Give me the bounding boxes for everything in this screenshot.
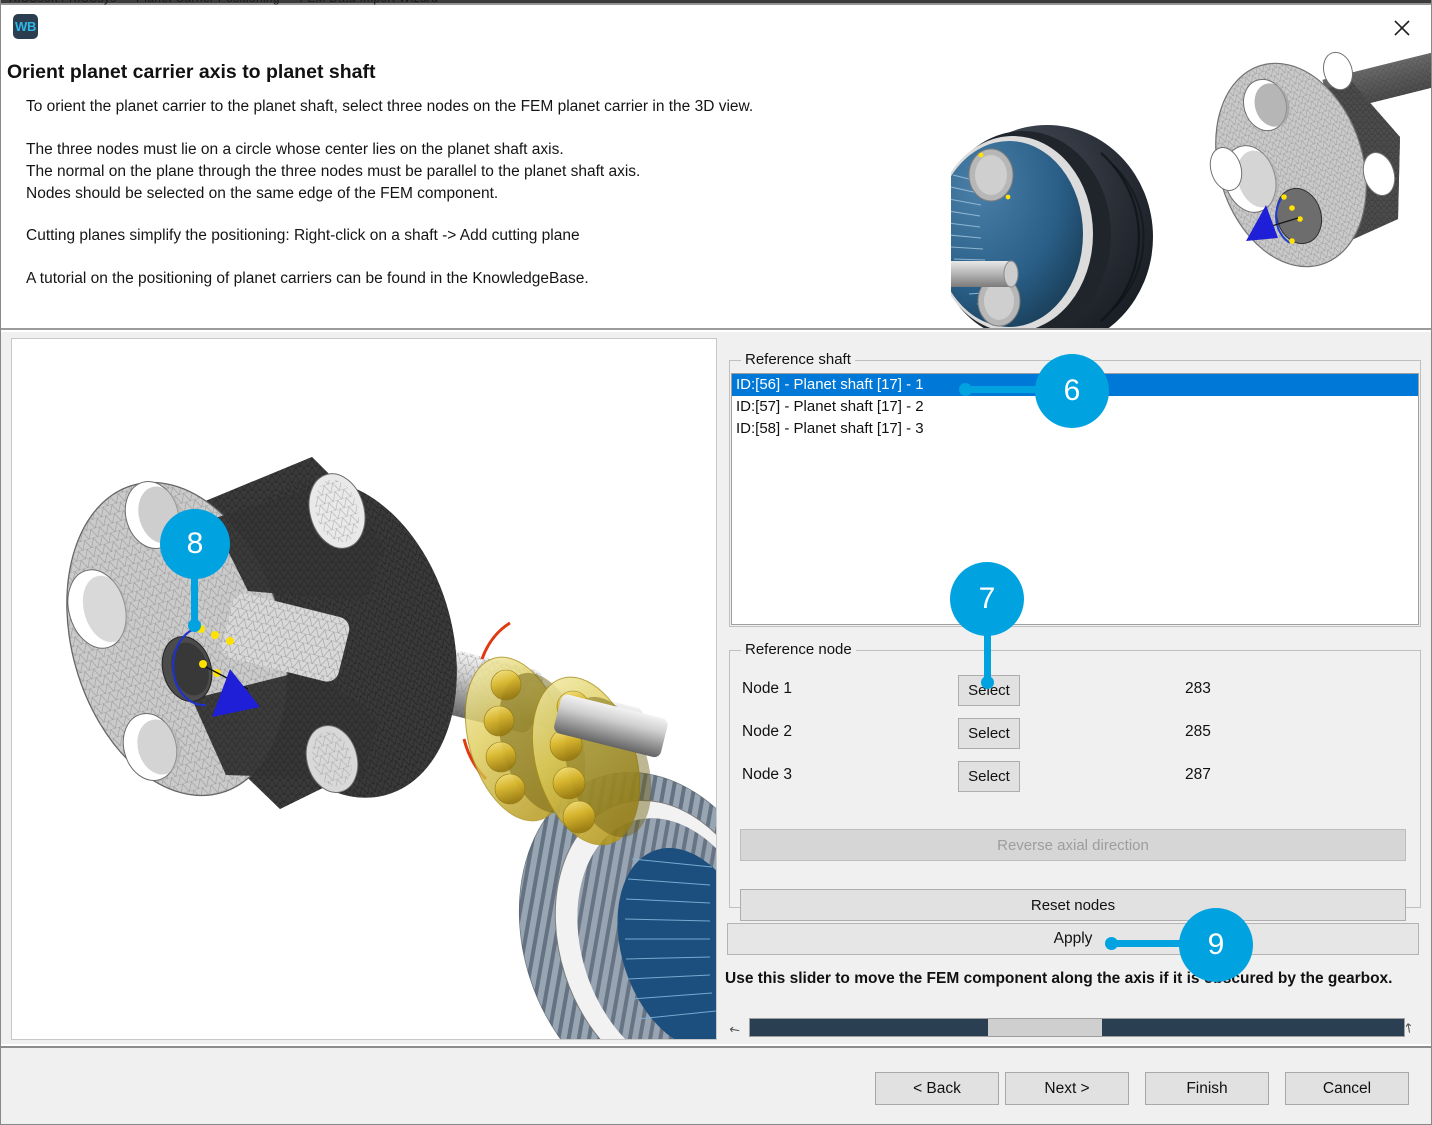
reverse-axial-direction-button: Reverse axial direction (740, 829, 1406, 861)
page-title: Orient planet carrier axis to planet sha… (7, 61, 375, 84)
back-button[interactable]: < Back (875, 1072, 999, 1105)
callout-badge-7: 7 (950, 562, 1024, 636)
reference-node-label: Reference node (741, 641, 856, 658)
finish-button: Finish (1145, 1072, 1269, 1105)
node-row: Node 2 Select 285 (730, 718, 1420, 748)
node-3-select-button[interactable]: Select (958, 761, 1020, 792)
instruction-line-3: The normal on the plane through the thre… (26, 163, 640, 181)
instruction-line-1: To orient the planet carrier to the plan… (26, 98, 753, 116)
callout-badge-9: 9 (1179, 908, 1253, 982)
node-2-label: Node 2 (742, 723, 792, 741)
cancel-button[interactable]: Cancel (1285, 1072, 1409, 1105)
node-3-label: Node 3 (742, 766, 792, 784)
node-row: Node 3 Select 287 (730, 761, 1420, 791)
slider-decrease-icon[interactable]: ↖ (726, 1018, 747, 1039)
node-2-value: 285 (1185, 723, 1211, 741)
instruction-line-4: Nodes should be selected on the same edg… (26, 185, 498, 203)
node-3-value: 287 (1185, 766, 1211, 784)
instruction-line-2: The three nodes must lie on a circle who… (26, 141, 564, 159)
viewport-pane (1, 332, 719, 1044)
planet-carrier-mesh-illustration (1186, 33, 1431, 313)
dialog-header: WB Orient planet carrier axis to planet … (1, 5, 1431, 330)
node-2-select-button[interactable]: Select (958, 718, 1020, 749)
reference-shaft-label: Reference shaft (741, 351, 855, 368)
apply-button[interactable]: Apply (727, 923, 1419, 955)
settings-pane: Reference shaft ID:[56] - Planet shaft [… (719, 332, 1431, 1044)
3d-model-viewport[interactable] (11, 338, 717, 1040)
wizard-dialog: KISSsoft / KISSsys — Planet Carrier Posi… (0, 0, 1432, 1125)
callout-7-leader (984, 630, 991, 686)
app-logo: WB (13, 14, 38, 39)
callout-6-leader (963, 386, 1043, 393)
callout-badge-8: 8 (160, 509, 230, 579)
node-1-label: Node 1 (742, 680, 792, 698)
next-button[interactable]: Next > (1005, 1072, 1129, 1105)
slider-hint-text: Use this slider to move the FEM componen… (725, 968, 1415, 989)
gearbox-section-illustration (951, 105, 1171, 330)
callout-8-leader (191, 573, 198, 629)
fem-position-slider[interactable]: ↖ ↖ (729, 1016, 1419, 1042)
slider-thumb[interactable] (988, 1019, 1102, 1036)
callout-badge-6: 6 (1035, 354, 1109, 428)
callout-9-leader (1111, 940, 1189, 947)
instruction-line-5: Cutting planes simplify the positioning:… (26, 227, 580, 245)
instruction-line-6: A tutorial on the positioning of planet … (26, 270, 589, 288)
reset-nodes-button[interactable]: Reset nodes (740, 889, 1406, 921)
slider-track[interactable] (749, 1018, 1405, 1037)
node-row: Node 1 Select 283 (730, 675, 1420, 705)
reference-node-group: Reference node Node 1 Select 283 Node 2 … (729, 650, 1421, 908)
node-1-value: 283 (1185, 680, 1211, 698)
dialog-footer: < Back Next > Finish Cancel (1, 1046, 1431, 1124)
